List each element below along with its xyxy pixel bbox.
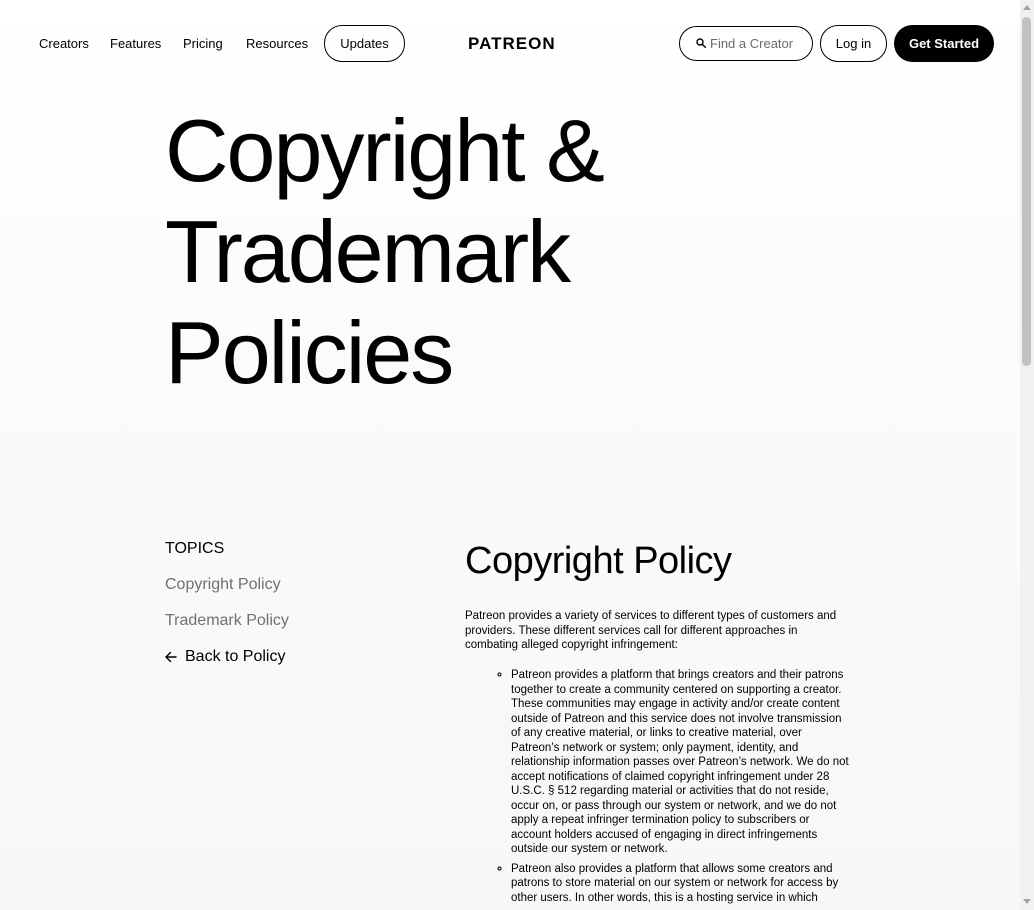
page-title-line-3: Policies: [165, 303, 454, 402]
search-placeholder: Find a Creator: [710, 36, 794, 51]
nav-resources[interactable]: Resources: [246, 36, 308, 52]
scrollbar-thumb[interactable]: [1022, 17, 1031, 366]
topic-copyright-policy[interactable]: Copyright Policy: [165, 575, 281, 595]
section-title: Copyright Policy: [465, 540, 732, 582]
page: Creators Features Pricing Resources Upda…: [0, 0, 1020, 910]
nav-pricing[interactable]: Pricing: [183, 36, 223, 52]
nav-features[interactable]: Features: [110, 36, 161, 52]
updates-button[interactable]: Updates: [324, 25, 405, 62]
search-icon: [696, 38, 706, 48]
patreon-logo[interactable]: PATREON: [468, 34, 556, 54]
page-title: Copyright & Trademark Policies: [165, 100, 685, 403]
page-title-line-1: Copyright &: [165, 101, 605, 200]
topics-heading: TOPICS: [165, 540, 225, 557]
list-item: Patreon provides a platform that brings …: [511, 668, 850, 857]
scroll-up-icon[interactable]: [1023, 5, 1031, 10]
get-started-button[interactable]: Get Started: [894, 25, 994, 62]
back-to-policy-link[interactable]: Back to Policy: [165, 647, 285, 667]
arrow-left-icon: [165, 651, 177, 663]
topic-trademark-policy[interactable]: Trademark Policy: [165, 611, 289, 631]
search-input[interactable]: Find a Creator: [679, 26, 813, 61]
login-button[interactable]: Log in: [820, 25, 887, 62]
back-to-policy-label: Back to Policy: [185, 648, 286, 665]
list-item: Patreon also provides a platform that al…: [511, 862, 850, 906]
policy-list: Patreon provides a platform that brings …: [465, 668, 850, 910]
scrollbar[interactable]: [1020, 0, 1034, 910]
section-intro: Patreon provides a variety of services t…: [465, 610, 837, 651]
scroll-down-icon[interactable]: [1023, 899, 1031, 904]
nav-creators[interactable]: Creators: [39, 36, 89, 52]
page-title-line-2: Trademark: [165, 202, 571, 301]
